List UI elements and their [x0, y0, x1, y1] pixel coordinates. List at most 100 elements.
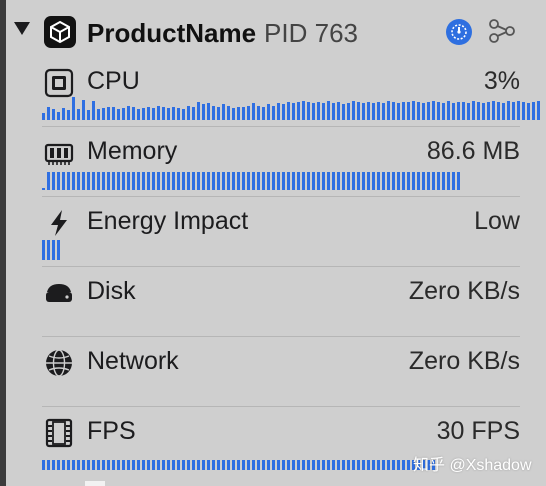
- cpu-spark-bar: [397, 103, 400, 120]
- fps-spark-bar: [257, 460, 260, 470]
- fps-spark-bar: [322, 460, 325, 470]
- memory-spark-bar: [347, 172, 350, 190]
- cpu-spark-bar: [507, 101, 510, 120]
- gauge-icon[interactable]: [446, 19, 472, 45]
- gauge-row-disk[interactable]: Disk Zero KB/s: [42, 266, 520, 337]
- cpu-spark-bar: [192, 107, 195, 120]
- cpu-spark-bar: [247, 106, 250, 120]
- cpu-spark-bar: [322, 103, 325, 120]
- memory-spark-bar: [57, 172, 60, 190]
- fps-spark-bar: [267, 460, 270, 470]
- globe-network-icon: [46, 349, 72, 377]
- cpu-sparkline: [42, 96, 540, 120]
- fps-spark-bar: [242, 460, 245, 470]
- cpu-spark-bar: [437, 102, 440, 120]
- memory-spark-bar: [92, 172, 95, 190]
- memory-spark-bar: [257, 172, 260, 190]
- memory-spark-bar: [87, 172, 90, 190]
- fps-spark-bar: [97, 460, 100, 470]
- fps-spark-bar: [177, 460, 180, 470]
- cpu-spark-bar: [327, 101, 330, 120]
- fps-spark-bar: [397, 460, 400, 470]
- memory-spark-bar: [417, 172, 420, 190]
- cpu-spark-bar: [467, 103, 470, 120]
- cpu-spark-bar: [112, 107, 115, 120]
- fps-spark-bar: [292, 460, 295, 470]
- cpu-spark-bar: [422, 103, 425, 120]
- memory-spark-bar: [232, 172, 235, 190]
- memory-spark-bar: [447, 172, 450, 190]
- memory-spark-bar: [437, 172, 440, 190]
- fps-spark-bar: [297, 460, 300, 470]
- memory-spark-bar: [242, 172, 245, 190]
- cpu-spark-bar: [182, 109, 185, 120]
- memory-spark-bar: [67, 172, 70, 190]
- cpu-spark-bar: [522, 102, 525, 120]
- memory-spark-bar: [342, 172, 345, 190]
- fps-spark-bar: [217, 460, 220, 470]
- memory-spark-bar: [292, 172, 295, 190]
- fps-spark-bar: [172, 460, 175, 470]
- memory-spark-bar: [187, 172, 190, 190]
- bottom-edge-fragment: [85, 481, 105, 486]
- fps-spark-bar: [152, 460, 155, 470]
- memory-spark-bar: [177, 172, 180, 190]
- cpu-spark-bar: [417, 102, 420, 120]
- cpu-spark-bar: [177, 108, 180, 120]
- memory-spark-bar: [152, 172, 155, 190]
- fps-spark-bar: [342, 460, 345, 470]
- energy-spark-bar: [47, 240, 50, 260]
- cpu-spark-bar: [147, 107, 150, 120]
- fps-spark-bar: [102, 460, 105, 470]
- memory-spark-bar: [252, 172, 255, 190]
- cpu-spark-bar: [357, 102, 360, 120]
- fps-spark-bar: [252, 460, 255, 470]
- memory-spark-bar: [287, 172, 290, 190]
- gauge-row-memory[interactable]: Memory 86.6 MB: [42, 126, 520, 197]
- fps-spark-bar: [112, 460, 115, 470]
- cpu-spark-bar: [457, 102, 460, 120]
- memory-label: Memory: [87, 137, 178, 165]
- gauge-row-energy[interactable]: Energy Impact Low: [42, 196, 520, 267]
- memory-spark-bar: [262, 172, 265, 190]
- cpu-spark-bar: [537, 101, 540, 120]
- memory-spark-bar: [452, 172, 455, 190]
- cpu-spark-bar: [82, 100, 85, 120]
- cpu-spark-bar: [342, 104, 345, 120]
- cpu-spark-bar: [347, 103, 350, 120]
- cpu-spark-bar: [407, 102, 410, 120]
- network-label: Network: [87, 347, 179, 375]
- cpu-spark-bar: [477, 102, 480, 120]
- cpu-spark-bar: [167, 108, 170, 120]
- gauge-row-network[interactable]: Network Zero KB/s: [42, 336, 520, 407]
- process-header[interactable]: ProductName PID 763: [0, 0, 546, 64]
- cpu-spark-bar: [142, 108, 145, 120]
- cpu-spark-bar: [122, 108, 125, 120]
- disclosure-triangle-icon[interactable]: [14, 22, 30, 35]
- fps-spark-bar: [137, 460, 140, 470]
- process-pid: PID 763: [264, 18, 358, 48]
- disk-value: Zero KB/s: [408, 277, 520, 305]
- network-value: Zero KB/s: [408, 347, 520, 375]
- cpu-spark-bar: [212, 106, 215, 120]
- fps-spark-bar: [82, 460, 85, 470]
- gauge-row-cpu[interactable]: CPU 3%: [42, 56, 540, 127]
- memory-spark-bar: [227, 172, 230, 190]
- fps-spark-bar: [377, 460, 380, 470]
- cpu-spark-bar: [452, 103, 455, 120]
- fps-spark-bar: [307, 460, 310, 470]
- cpu-spark-bar: [47, 107, 50, 120]
- fps-spark-bar: [407, 460, 410, 470]
- cpu-spark-bar: [372, 103, 375, 120]
- fps-spark-bar: [352, 460, 355, 470]
- memory-spark-bar: [77, 172, 80, 190]
- fps-spark-bar: [337, 460, 340, 470]
- fps-spark-bar: [317, 460, 320, 470]
- fps-spark-bar: [232, 460, 235, 470]
- share-graph-icon[interactable]: [487, 16, 517, 46]
- fps-spark-bar: [87, 460, 90, 470]
- fps-spark-bar: [382, 460, 385, 470]
- memory-spark-bar: [172, 172, 175, 190]
- process-name: ProductName: [87, 18, 257, 48]
- cpu-spark-bar: [377, 102, 380, 120]
